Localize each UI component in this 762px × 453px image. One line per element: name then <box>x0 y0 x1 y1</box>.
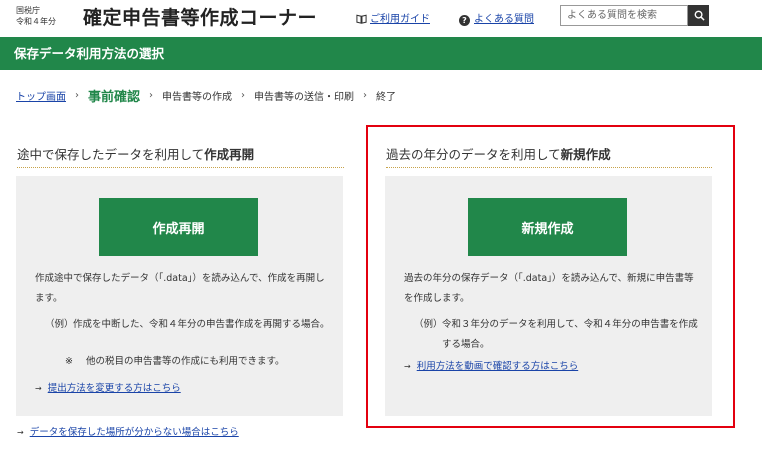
divider <box>17 167 344 168</box>
question-circle-icon: ? <box>459 15 470 26</box>
agency-name: 国税庁 <box>16 6 40 15</box>
resume-example-label: （例） <box>45 319 74 330</box>
breadcrumb-separator: › <box>75 89 79 101</box>
breadcrumb-step-end: 終了 <box>376 91 397 103</box>
book-icon <box>356 14 367 24</box>
breadcrumb-separator: › <box>363 89 368 101</box>
highlight-frame <box>366 125 735 428</box>
change-submission-link[interactable]: 提出方法を変更する方はこちら <box>48 383 181 394</box>
breadcrumb-step-send: 申告書等の送信・印刷 <box>254 91 355 103</box>
note-mark: ※ <box>65 356 73 367</box>
breadcrumb-separator: › <box>241 89 246 101</box>
app-title: 確定申告書等作成コーナー <box>83 7 318 29</box>
arrow-right-icon: → <box>35 384 42 393</box>
search-icon <box>694 10 705 21</box>
resume-example-text: 作成を中断した、令和４年分の申告書作成を再開する場合。 <box>73 319 330 330</box>
page-title: 保存データ利用方法の選択 <box>14 46 165 61</box>
breadcrumb-step-create: 申告書等の作成 <box>162 91 233 103</box>
breadcrumb-separator: › <box>149 89 154 101</box>
arrow-right-icon: → <box>17 428 24 437</box>
faq-label: よくある質問 <box>474 14 534 25</box>
breadcrumb-current: 事前確認 <box>88 89 141 105</box>
data-location-row: → データを保存した場所が分からない場合はこちら <box>17 425 239 441</box>
resume-note: 他の税目の申告書等の作成にも利用できます。 <box>86 356 285 367</box>
breadcrumb-top[interactable]: トップ画面 <box>16 88 66 103</box>
change-submission-row: → 提出方法を変更する方はこちら <box>35 381 181 397</box>
resume-title-emphasis: 作成再開 <box>204 147 255 162</box>
breadcrumb: トップ画面 › 事前確認 › 申告書等の作成 › 申告書等の送信・印刷 › 終了 <box>16 86 397 105</box>
resume-title-prefix: 途中で保存したデータを利用して <box>17 147 205 162</box>
resume-section-title: 途中で保存したデータを利用して作成再開 <box>17 146 254 164</box>
data-location-help-link[interactable]: データを保存した場所が分からない場合はこちら <box>30 427 239 438</box>
faq-link[interactable]: ? よくある質問 <box>459 10 534 26</box>
usage-guide-label: ご利用ガイド <box>370 14 430 25</box>
search-button[interactable] <box>688 5 709 26</box>
tax-year: 令和４年分 <box>16 17 56 26</box>
resume-description: 作成途中で保存したデータ（「.data」）を読み込んで、作成を再開します。 <box>35 273 325 304</box>
usage-guide-link[interactable]: ご利用ガイド <box>356 10 430 25</box>
agency-label: 国税庁 令和４年分 <box>16 5 56 27</box>
resume-button[interactable]: 作成再開 <box>99 198 258 256</box>
faq-search-input[interactable] <box>560 5 688 26</box>
